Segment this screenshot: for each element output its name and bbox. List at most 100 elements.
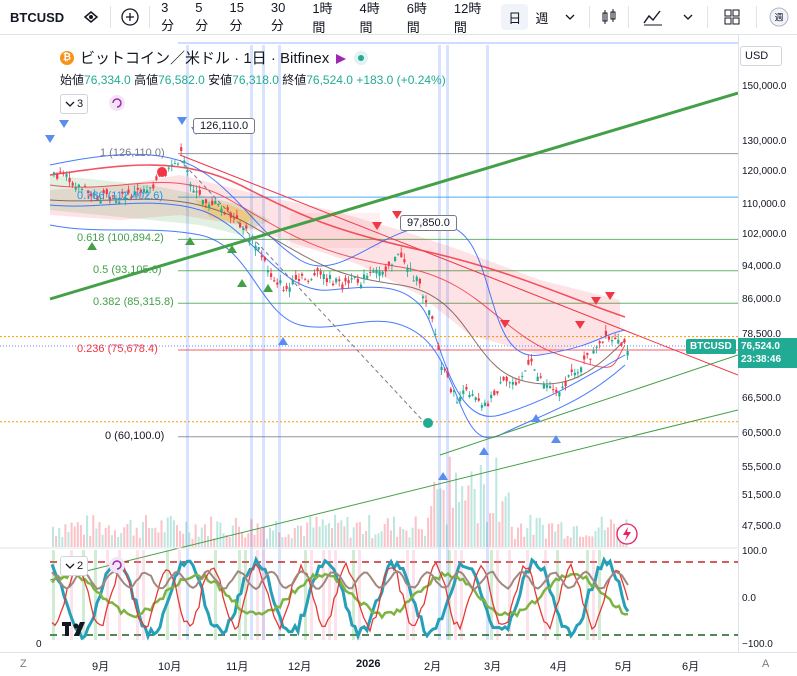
candle-body xyxy=(375,269,378,274)
symbol-search-button[interactable]: BTCUSD xyxy=(0,0,76,34)
volume-bar xyxy=(148,528,151,547)
legend-title: ビットコイン／米ドル · 1日 · Bitfinex xyxy=(80,50,330,67)
time-axis-label: 12月 xyxy=(288,661,312,673)
volume-bar xyxy=(163,532,166,547)
timeframe-15m[interactable]: 15分 xyxy=(222,0,263,34)
candle-body xyxy=(459,397,462,402)
chevron-down-icon[interactable] xyxy=(555,0,585,34)
volume-bar xyxy=(513,538,516,547)
volume-bar xyxy=(408,537,411,547)
volume-bar xyxy=(160,520,163,547)
compare-add-icon[interactable] xyxy=(115,0,145,34)
indicators-icon[interactable] xyxy=(633,0,673,34)
timeframe-5m[interactable]: 5分 xyxy=(188,0,222,34)
volume-bar xyxy=(269,527,271,547)
volume-bar xyxy=(222,533,225,547)
candle-body xyxy=(412,280,415,282)
volume-bar xyxy=(585,535,588,547)
timeframe-1w[interactable]: 週 xyxy=(528,0,555,34)
candle-body xyxy=(322,274,325,279)
candle-body xyxy=(282,289,285,291)
volume-bar xyxy=(535,517,538,547)
fib-diagonal-line xyxy=(179,159,426,424)
candle-body xyxy=(400,252,403,258)
volume-bar xyxy=(548,523,550,547)
indicator-toggle-osc[interactable]: 2 xyxy=(60,556,89,576)
svg-text:週: 週 xyxy=(775,13,784,24)
refresh-icon[interactable] xyxy=(108,94,126,112)
osc-highlight-bar xyxy=(358,550,361,640)
timeframe-12h[interactable]: 12時間 xyxy=(447,0,501,35)
zoom-reset-icon[interactable]: Z xyxy=(20,658,27,670)
candle-style-icon[interactable] xyxy=(594,0,624,34)
auto-scale-icon[interactable]: A xyxy=(762,658,769,670)
candle-body xyxy=(183,160,186,164)
timeframe-3m[interactable]: 3分 xyxy=(154,0,188,34)
candle-body xyxy=(601,341,604,343)
fib-level-label: 0.236 (75,678.4) xyxy=(77,343,158,356)
indicator-toggle-main[interactable]: 3 xyxy=(60,94,89,114)
volume-bar xyxy=(572,526,575,547)
candle-body xyxy=(344,277,347,282)
volume-bar xyxy=(241,532,244,547)
volume-bar xyxy=(238,526,240,547)
volume-bar xyxy=(594,531,597,547)
candle-body xyxy=(77,184,80,188)
volume-bar xyxy=(597,527,600,547)
volume-bar xyxy=(470,471,473,547)
time-axis-label: 5月 xyxy=(615,661,633,673)
currency-selector[interactable]: USD xyxy=(740,46,782,66)
candle-body xyxy=(623,339,626,343)
volume-bar xyxy=(600,516,603,547)
osc-highlight-bar xyxy=(544,550,547,640)
timeframe-1d[interactable]: 日 xyxy=(501,4,529,30)
price-axis-label: 102,000.0 xyxy=(742,229,787,240)
timeframe-30m[interactable]: 30分 xyxy=(264,0,305,34)
timeframe-6h[interactable]: 6時間 xyxy=(400,0,447,35)
volume-bar xyxy=(331,527,333,547)
volume-bar xyxy=(293,528,296,547)
volume-bar xyxy=(352,527,355,547)
candle-body xyxy=(511,381,514,385)
layout-grid-icon[interactable] xyxy=(712,0,752,34)
volume-bar xyxy=(427,517,430,547)
candle-body xyxy=(406,267,409,272)
candle-body xyxy=(53,172,56,175)
current-price: 76,524.0 xyxy=(741,341,780,352)
chevron-down-icon xyxy=(65,101,75,107)
candle-body xyxy=(552,389,555,391)
volume-bar xyxy=(179,530,182,547)
candle-body xyxy=(583,355,586,360)
lightning-icon[interactable] xyxy=(616,523,638,545)
osc-highlight-bar xyxy=(406,550,409,640)
volume-bar xyxy=(343,526,346,547)
high-label: 高値 xyxy=(134,73,159,87)
candle-body xyxy=(307,280,310,282)
high-callout[interactable]: 126,110.0 xyxy=(193,118,256,134)
candle-body xyxy=(285,285,288,290)
refresh-icon[interactable] xyxy=(108,556,126,574)
time-axis[interactable]: Z 9月 10月 11月 12月 2026 2月 3月 4月 5月 6月 A xyxy=(0,652,797,676)
sell-marker xyxy=(177,117,187,125)
volume-bar xyxy=(569,537,572,547)
swing-high-callout[interactable]: 97,850.0 xyxy=(400,215,457,231)
alert-icon[interactable] xyxy=(76,0,106,34)
chevron-down-icon[interactable] xyxy=(673,0,703,34)
volume-bar xyxy=(476,523,479,547)
timeframe-1h[interactable]: 1時間 xyxy=(305,0,352,35)
buy-marker xyxy=(237,279,247,287)
week-badge-icon[interactable]: 週 xyxy=(761,0,797,34)
volume-bar xyxy=(151,528,154,547)
volume-bar xyxy=(504,496,507,547)
volume-bar xyxy=(89,535,92,547)
osc-axis-label: 0.0 xyxy=(742,593,756,604)
candle-body xyxy=(564,381,567,387)
candle-body xyxy=(434,334,437,336)
candle-body xyxy=(518,381,521,383)
osc-highlight-bar xyxy=(52,550,55,640)
candle-body xyxy=(549,386,552,389)
volume-bar xyxy=(278,532,281,547)
volume-bar xyxy=(402,528,405,547)
flag-icon[interactable] xyxy=(335,52,347,64)
timeframe-4h[interactable]: 4時間 xyxy=(353,0,400,35)
